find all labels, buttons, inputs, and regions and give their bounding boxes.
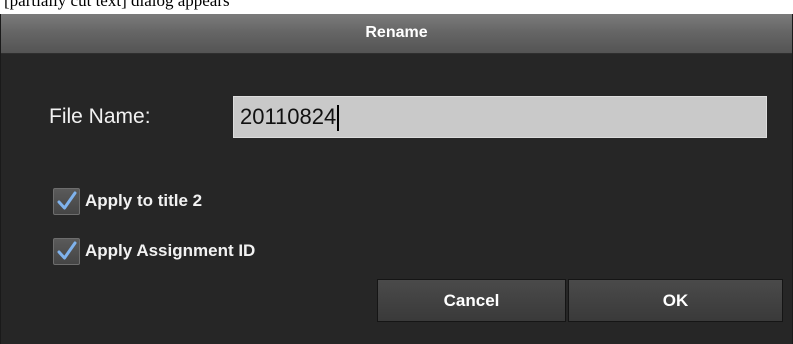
rename-dialog: Rename File Name: 20110824 Apply to titl… xyxy=(0,14,793,344)
file-name-label: File Name: xyxy=(49,105,151,128)
checkmark-icon xyxy=(57,241,77,259)
apply-assignment-id-option[interactable]: Apply Assignment ID xyxy=(53,237,255,265)
dialog-titlebar[interactable]: Rename xyxy=(1,14,792,54)
apply-to-title-option[interactable]: Apply to title 2 xyxy=(53,187,202,215)
dialog-title: Rename xyxy=(365,24,428,41)
apply-to-title-label: Apply to title 2 xyxy=(85,191,203,210)
background-cut-text: [partially cut text] dialog appears xyxy=(4,0,230,10)
apply-to-title-checkbox[interactable] xyxy=(53,187,80,215)
text-caret xyxy=(337,105,340,132)
apply-assignment-id-checkbox[interactable] xyxy=(53,237,80,265)
cancel-button[interactable]: Cancel xyxy=(377,279,566,322)
background-text-strip: [partially cut text] dialog appears xyxy=(0,0,793,14)
checkmark-icon xyxy=(57,191,77,209)
ok-button[interactable]: OK xyxy=(568,279,783,322)
apply-assignment-id-label: Apply Assignment ID xyxy=(85,241,256,260)
file-name-input[interactable]: 20110824 xyxy=(233,96,767,138)
file-name-value: 20110824 xyxy=(240,104,337,129)
